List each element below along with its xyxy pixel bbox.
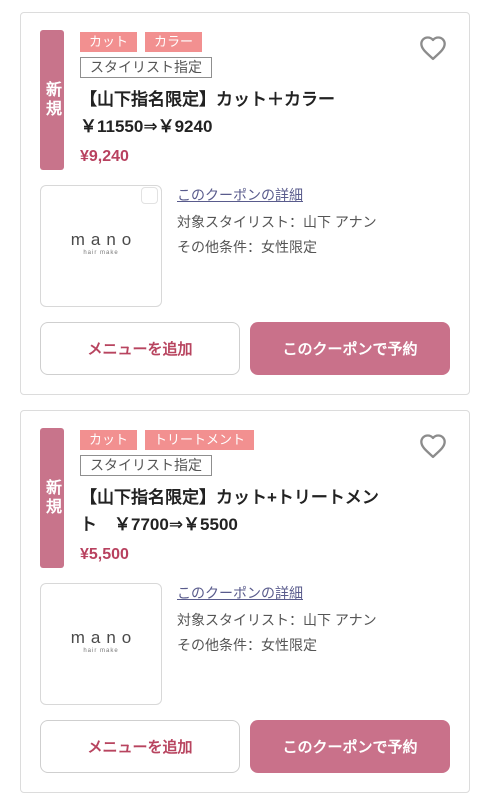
add-menu-button[interactable]: メニューを追加: [40, 720, 240, 773]
coupon-card: 新規 カット カラー スタイリスト指定 【山下指名限定】カット＋カラー ￥115…: [20, 12, 470, 395]
coupon-title: 【山下指名限定】カット＋カラー ￥11550⇒￥9240: [80, 90, 352, 136]
other-conditions: その他条件：女性限定: [177, 637, 317, 653]
category-tag-cut: カット: [80, 430, 138, 450]
reserve-with-coupon-button[interactable]: このクーポンで予約: [250, 322, 450, 375]
new-customer-badge: 新規: [40, 30, 64, 170]
salon-logo-subtext: hair make: [83, 648, 119, 654]
image-corner-mark: [141, 187, 158, 204]
coupon-title: 【山下指名限定】カット+トリートメント ￥7700⇒￥5500: [80, 488, 379, 534]
salon-logo-image: mano hair make: [40, 583, 162, 705]
stylist-designation-tag: スタイリスト指定: [80, 455, 212, 476]
coupon-price: ¥5,500: [80, 546, 129, 563]
category-tag-color: カラー: [145, 32, 203, 52]
coupon-price: ¥9,240: [80, 148, 129, 165]
favorite-button[interactable]: [418, 432, 448, 460]
heart-icon: [420, 434, 446, 459]
salon-logo-subtext: hair make: [83, 250, 119, 256]
salon-logo-text: mano: [70, 230, 138, 249]
new-customer-badge-label: 新規: [43, 81, 62, 119]
target-stylist: 対象スタイリスト：山下 アナン: [177, 612, 377, 628]
heart-icon: [420, 36, 446, 61]
target-stylist: 対象スタイリスト：山下 アナン: [177, 214, 377, 230]
new-customer-badge-label: 新規: [43, 479, 62, 517]
reserve-with-coupon-button[interactable]: このクーポンで予約: [250, 720, 450, 773]
salon-logo: mano hair make: [65, 629, 138, 655]
add-menu-button[interactable]: メニューを追加: [40, 322, 240, 375]
category-tag-treatment: トリートメント: [145, 430, 255, 450]
salon-logo-text: mano: [70, 628, 138, 647]
category-tags: カット トリートメント: [80, 430, 255, 450]
favorite-button[interactable]: [418, 34, 448, 62]
other-conditions: その他条件：女性限定: [177, 239, 317, 255]
coupon-card: 新規 カット トリートメント スタイリスト指定 【山下指名限定】カット+トリート…: [20, 410, 470, 793]
salon-logo: mano hair make: [65, 231, 138, 257]
salon-logo-image: mano hair make: [40, 185, 162, 307]
category-tag-cut: カット: [80, 32, 138, 52]
stylist-designation-tag: スタイリスト指定: [80, 57, 212, 78]
category-tags: カット カラー: [80, 32, 203, 52]
new-customer-badge: 新規: [40, 428, 64, 568]
coupon-detail-link[interactable]: このクーポンの詳細: [177, 185, 303, 205]
coupon-detail-link[interactable]: このクーポンの詳細: [177, 583, 303, 603]
